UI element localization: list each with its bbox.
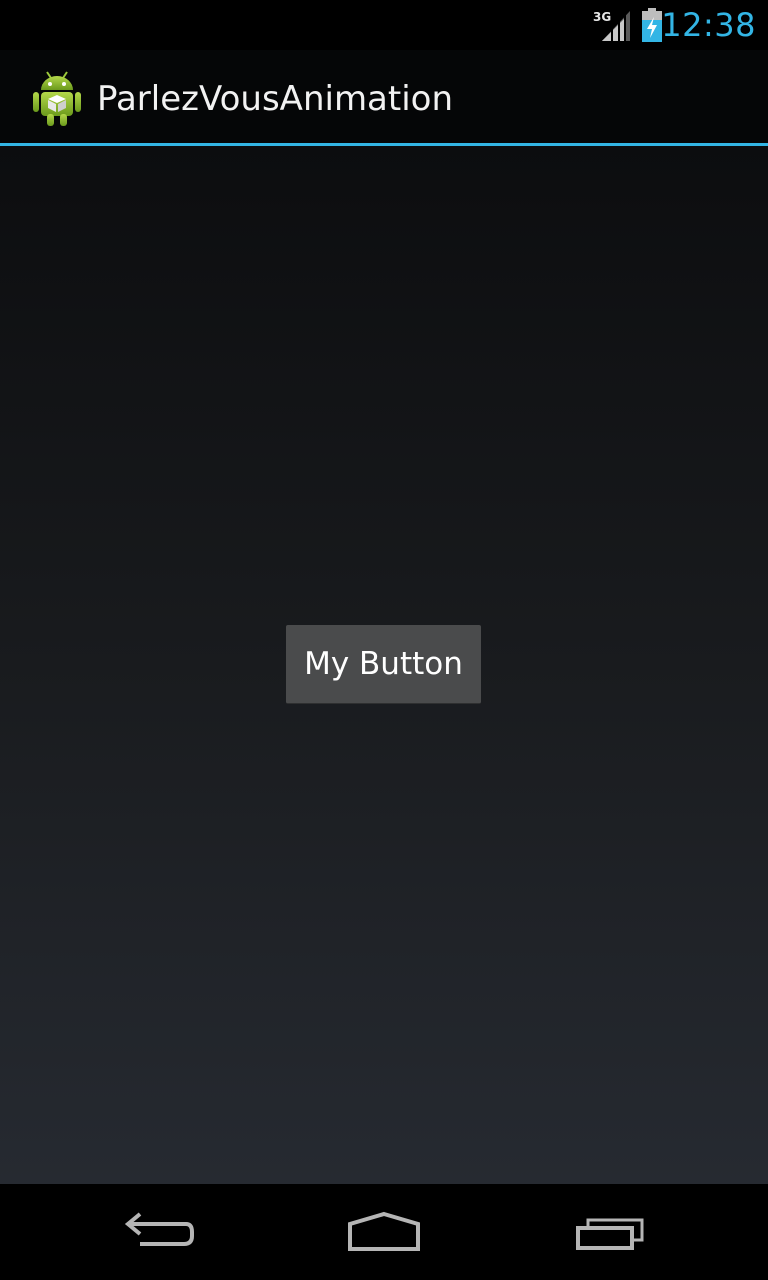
android-app-icon[interactable] [30,68,84,128]
signal-icon: 3G [593,10,630,41]
status-clock: 12:38 [661,6,756,44]
recent-apps-icon [576,1218,644,1250]
recent-apps-button[interactable] [530,1184,690,1280]
home-button[interactable] [304,1184,464,1280]
back-icon [124,1212,194,1246]
my-button[interactable]: My Button [286,625,481,704]
home-icon [348,1211,420,1251]
app-title: ParlezVousAnimation [97,79,454,119]
network-type-label: 3G [593,10,611,24]
navigation-bar [0,1184,768,1280]
back-button[interactable] [80,1184,240,1280]
content-area: My Button [0,146,768,1184]
screen: 3G 12:38 ParlezVousAnimation My Button [0,0,768,1280]
status-bar: 3G 12:38 [0,0,768,50]
